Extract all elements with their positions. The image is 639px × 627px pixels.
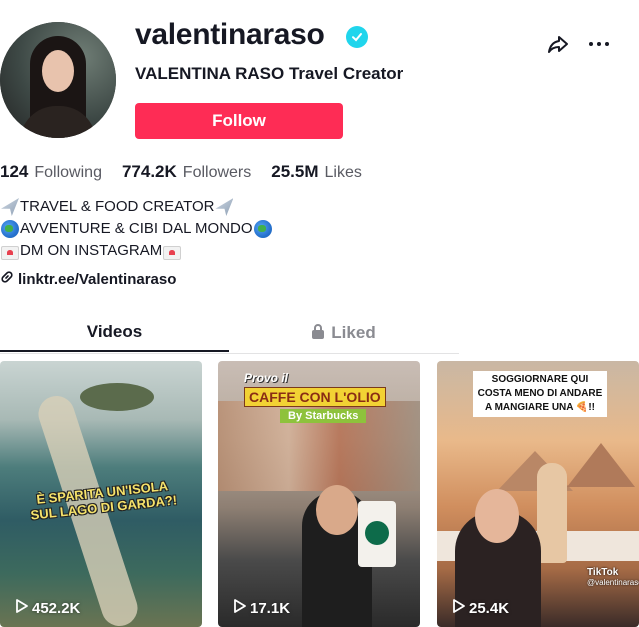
airplane-icon (215, 198, 234, 216)
bio-text: TRAVEL & FOOD CREATOR (20, 198, 215, 215)
tab-label: Videos (86, 321, 143, 341)
link-text[interactable]: linktr.ee/Valentinaraso (18, 271, 176, 288)
link-icon (0, 270, 14, 288)
watermark-label: TikTok (587, 567, 619, 578)
love-letter-icon (1, 245, 19, 260)
stat-value: 774.2K (121, 162, 177, 181)
profile-link[interactable]: linktr.ee/Valentinaraso (0, 270, 176, 288)
bio-line: AVVENTURE & CIBI DAL MONDO (0, 218, 273, 240)
play-count-value: 452.2K (32, 599, 81, 617)
stat-label: Likes (324, 164, 362, 181)
stat-likes: 25.5M Likes (271, 162, 362, 182)
share-icon[interactable] (546, 32, 570, 56)
bio-line: TRAVEL & FOOD CREATOR (0, 196, 273, 218)
nickname: VALENTINA RASO Travel Creator (135, 64, 404, 83)
verified-badge-icon (346, 26, 368, 48)
video-caption: SOGGIORNARE QUI COSTA MENO DI ANDARE A M… (473, 371, 607, 417)
tab-label: Liked (331, 323, 376, 342)
play-icon (16, 599, 28, 617)
video-caption-sub: By Starbucks (280, 409, 367, 423)
lock-icon (311, 323, 325, 344)
airplane-icon (1, 198, 19, 216)
love-letter-icon (163, 245, 182, 260)
play-icon (453, 599, 465, 617)
tiktok-watermark: TikTok @valentinaraso (587, 567, 639, 587)
play-count: 17.1K (234, 599, 290, 617)
watermark-handle: @valentinaraso (587, 578, 639, 587)
play-count: 25.4K (453, 599, 509, 617)
stat-label: Following (34, 164, 102, 181)
video-card[interactable]: È SPARITA UN'ISOLA SUL LAGO DI GARDA?! 4… (0, 361, 202, 627)
username: valentinaraso (135, 18, 325, 51)
profile-stats: 124 Following 774.2K Followers 25.5M Likes (0, 162, 362, 182)
play-count-value: 25.4K (469, 599, 510, 617)
video-caption: CAFFE CON L'OLIO (244, 387, 386, 407)
bio-text: AVVENTURE & CIBI DAL MONDO (20, 220, 253, 237)
bio-line: DM ON INSTAGRAM (0, 240, 273, 262)
play-count-value: 17.1K (250, 599, 291, 617)
follow-button[interactable]: Follow (135, 103, 343, 139)
tab-videos[interactable]: Videos (0, 313, 229, 352)
globe-icon (253, 220, 272, 238)
stat-value: 124 (0, 162, 29, 181)
play-icon (234, 599, 246, 617)
globe-icon (1, 220, 19, 238)
more-options-icon[interactable] (587, 32, 611, 56)
stat-label: Followers (182, 164, 252, 181)
stat-following[interactable]: 124 Following (0, 162, 102, 182)
video-caption-top: Provo il (244, 371, 289, 385)
tab-liked[interactable]: Liked (229, 313, 458, 353)
video-card[interactable]: Provo il CAFFE CON L'OLIO By Starbucks 1… (218, 361, 420, 627)
profile-tabs: Videos Liked (0, 313, 459, 354)
bio-text: DM ON INSTAGRAM (20, 242, 163, 259)
stat-followers[interactable]: 774.2K Followers (122, 162, 251, 182)
avatar[interactable] (0, 22, 116, 138)
video-card[interactable]: SOGGIORNARE QUI COSTA MENO DI ANDARE A M… (437, 361, 639, 627)
play-count: 452.2K (16, 599, 80, 617)
bio: TRAVEL & FOOD CREATOR AVVENTURE & CIBI D… (0, 196, 273, 262)
stat-value: 25.5M (271, 162, 319, 181)
